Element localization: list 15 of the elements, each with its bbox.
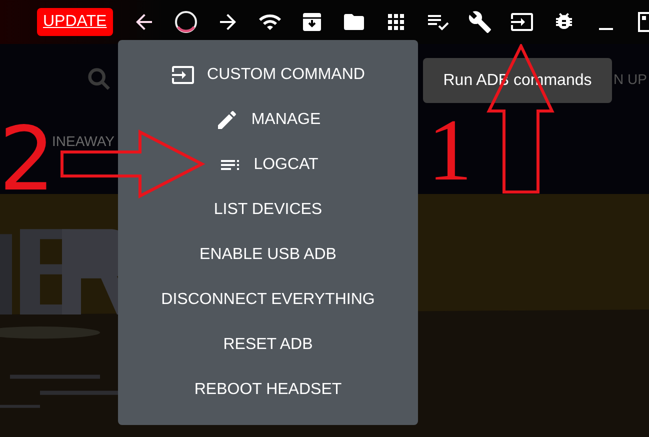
loading-spinner-icon [174,10,198,34]
menu-item[interactable]: LIST DEVICES [118,187,418,232]
giveaway-link[interactable]: INEAWAY [52,133,114,149]
input-icon[interactable] [510,10,534,34]
menu-item[interactable]: ENABLE USB ADB [118,232,418,277]
menu-item[interactable]: LOGCAT [118,142,418,187]
annotation-number: 1 [427,108,473,188]
menu-item[interactable]: REBOOT HEADSET [118,367,418,412]
menu-item[interactable]: MANAGE [118,97,418,142]
menu-item[interactable]: CUSTOM COMMAND [118,52,418,97]
update-button[interactable]: UPDATE [37,8,113,36]
wrench-icon[interactable] [468,10,492,34]
menu-item[interactable]: DISCONNECT EVERYTHING [118,277,418,322]
menu-item[interactable]: RESET ADB [118,322,418,367]
annotation-number: 2 [4,118,50,198]
